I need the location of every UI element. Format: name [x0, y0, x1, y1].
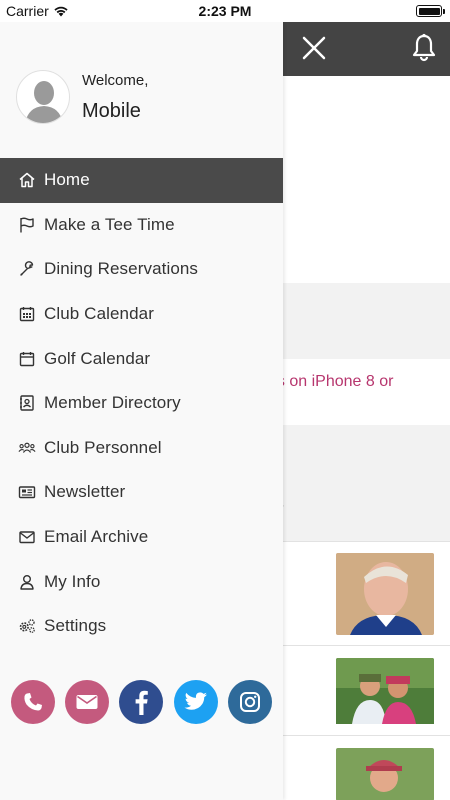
facebook-icon	[135, 690, 148, 715]
menu-item-label: Member Directory	[44, 393, 181, 413]
email-button[interactable]	[65, 680, 109, 724]
menu-item-club-personnel[interactable]: Club Personnel	[0, 426, 283, 471]
contact-book-icon	[18, 394, 36, 412]
people-icon	[18, 439, 36, 457]
status-bar: Carrier 2:23 PM	[0, 0, 450, 22]
menu-item-label: Dining Reservations	[44, 259, 199, 279]
menu-item-label: Email Archive	[44, 527, 149, 547]
twitter-button[interactable]	[174, 680, 218, 724]
menu-item-label: Home	[44, 170, 90, 190]
menu-item-home[interactable]: Home	[0, 158, 283, 203]
menu-item-settings[interactable]: Settings	[0, 604, 283, 649]
gears-icon	[18, 617, 36, 635]
mail-icon	[76, 695, 98, 709]
menu-item-dining[interactable]: Dining Reservations	[0, 247, 283, 292]
menu-item-newsletter[interactable]: Newsletter	[0, 470, 283, 515]
instagram-button[interactable]	[228, 680, 272, 724]
user-silhouette-icon	[25, 81, 63, 123]
menu-item-email-archive[interactable]: Email Archive	[0, 515, 283, 560]
wrench-icon	[18, 260, 36, 278]
news-thumbnail	[336, 658, 434, 740]
menu-item-club-calendar[interactable]: Club Calendar	[0, 292, 283, 337]
phone-button[interactable]	[11, 680, 55, 724]
menu-item-label: Club Personnel	[44, 437, 162, 457]
flag-icon	[18, 216, 36, 234]
status-time: 2:23 PM	[198, 3, 252, 19]
facebook-button[interactable]	[119, 680, 163, 724]
menu-item-label: Club Calendar	[44, 304, 154, 324]
announcement-link[interactable]: ns on iPhone 8 or	[268, 370, 438, 394]
menu-item-my-info[interactable]: My Info	[0, 559, 283, 604]
news-thumbnail	[336, 748, 434, 800]
welcome-text: Welcome,	[82, 72, 149, 89]
menu-item-label: Make a Tee Time	[44, 214, 175, 234]
menu-item-label: My Info	[44, 571, 101, 591]
menu-item-tee-time[interactable]: Make a Tee Time	[0, 203, 283, 248]
envelope-icon	[18, 528, 36, 546]
menu-item-member-directory[interactable]: Member Directory	[0, 381, 283, 426]
bell-icon[interactable]	[408, 32, 440, 64]
profile-header: Welcome, Mobile	[0, 22, 283, 158]
newspaper-icon	[18, 483, 36, 501]
nav-menu: Home Make a Tee Time Dining Reservations…	[0, 158, 283, 649]
calendar-blank-icon	[18, 350, 36, 368]
twitter-icon	[184, 692, 207, 710]
home-icon	[18, 171, 36, 189]
menu-item-label: Golf Calendar	[44, 348, 151, 368]
phone-icon	[24, 693, 42, 711]
username: Mobile	[82, 100, 141, 122]
calendar-icon	[18, 305, 36, 323]
menu-item-golf-calendar[interactable]: Golf Calendar	[0, 336, 283, 381]
news-thumbnail	[336, 553, 434, 635]
avatar[interactable]	[16, 70, 70, 124]
instagram-icon	[240, 692, 260, 712]
menu-item-label: Settings	[44, 616, 107, 636]
close-icon[interactable]	[300, 34, 328, 62]
menu-item-label: Newsletter	[44, 482, 126, 502]
battery-icon	[416, 5, 445, 17]
side-drawer: Welcome, Mobile Home Make a Tee Time Din…	[0, 22, 283, 800]
social-links	[0, 680, 283, 726]
user-icon	[18, 573, 36, 591]
